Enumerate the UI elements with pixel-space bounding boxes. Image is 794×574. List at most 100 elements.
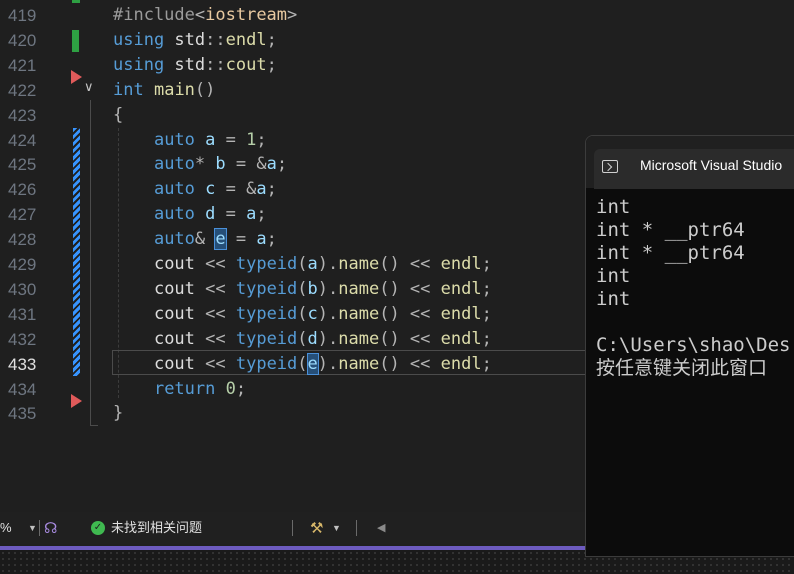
code-line[interactable]: 421 using std::cout; <box>0 53 794 78</box>
console-output[interactable]: int int * __ptr64 int * __ptr64 int int C:\U… <box>596 196 794 380</box>
cleanup-dropdown-icon[interactable]: ▼ <box>332 512 341 544</box>
status-divider <box>292 520 293 536</box>
code-token: auto <box>153 229 195 250</box>
code-text[interactable]: using std::cout; <box>113 53 277 78</box>
console-line: 按任意键关闭此窗口 <box>596 357 768 379</box>
code-text[interactable]: cout << typeid(d).name() << endl; <box>113 327 492 352</box>
zoom-dropdown-icon[interactable]: ▼ <box>28 512 37 544</box>
code-token: () << <box>379 303 441 324</box>
code-token: typeid <box>235 328 298 349</box>
code-token: ; <box>481 353 492 374</box>
status-divider <box>356 520 357 536</box>
code-token: :: <box>205 54 226 75</box>
terminal-icon <box>602 160 618 173</box>
code-text[interactable]: auto& e = a; <box>113 227 277 252</box>
code-text[interactable]: cout << typeid(e).name() << endl; <box>113 352 492 377</box>
zoom-level[interactable]: % <box>0 512 12 544</box>
code-token: () << <box>379 254 441 274</box>
cleanup-brush-icon[interactable]: ⚒ <box>310 512 323 544</box>
code-token: name <box>338 254 380 274</box>
code-token: using <box>113 29 165 50</box>
code-token: auto <box>153 129 195 150</box>
code-token: < <box>194 5 206 25</box>
code-token: std <box>164 29 206 50</box>
code-text[interactable]: auto d = a; <box>113 202 267 227</box>
code-token: ( <box>297 303 308 324</box>
console-title: Microsoft Visual Studio <box>640 157 783 173</box>
code-token: int <box>113 79 144 100</box>
code-text[interactable]: using std::endl; <box>113 28 277 53</box>
line-number: 428 <box>8 230 37 250</box>
code-line[interactable]: 419 #include<iostream> <box>0 3 794 28</box>
code-token: << <box>194 303 236 324</box>
code-token: endl <box>440 278 482 299</box>
code-token: a <box>256 179 267 200</box>
line-number: 427 <box>8 205 37 225</box>
code-token: main <box>153 79 195 100</box>
code-token: d <box>205 204 216 225</box>
code-token: () <box>194 79 216 100</box>
code-token: d <box>307 328 318 349</box>
code-token: name <box>338 303 380 324</box>
status-divider <box>39 520 40 536</box>
line-number: 420 <box>8 30 37 50</box>
line-number: 421 <box>8 55 37 75</box>
code-token: a <box>266 154 277 175</box>
console-window[interactable]: Microsoft Visual Studio int int * __ptr64… <box>585 135 794 557</box>
code-token: ; <box>266 29 277 50</box>
code-token: std <box>164 54 206 75</box>
code-token: () << <box>379 328 441 349</box>
code-token: endl <box>440 353 482 374</box>
code-token: = <box>215 204 247 225</box>
code-text[interactable]: cout << typeid(a).name() << endl; <box>113 252 492 277</box>
code-token: ). <box>317 303 339 324</box>
code-token: auto <box>153 154 195 175</box>
issues-status[interactable]: 未找到相关问题 <box>111 512 202 544</box>
code-token: () << <box>379 353 441 374</box>
code-token: ( <box>297 353 308 374</box>
console-titlebar[interactable]: Microsoft Visual Studio <box>586 136 794 189</box>
code-text[interactable]: { <box>113 103 123 128</box>
code-token: ). <box>317 254 339 274</box>
code-token: c <box>205 179 216 200</box>
code-token: 0 <box>225 378 236 399</box>
line-number: 429 <box>8 255 37 274</box>
code-token: name <box>338 278 380 299</box>
code-token: * <box>194 154 206 175</box>
code-text[interactable]: cout << typeid(b).name() << endl; <box>113 277 492 302</box>
code-token: = & <box>215 179 257 200</box>
intellicode-icon[interactable]: ☊ <box>44 512 57 544</box>
code-text[interactable]: auto a = 1; <box>113 128 267 153</box>
code-line[interactable]: 420 using std::endl; <box>0 28 794 53</box>
highlighted-symbol: e <box>214 228 227 251</box>
code-text[interactable]: return 0; <box>113 377 246 402</box>
code-token: ( <box>297 328 308 349</box>
line-number: 426 <box>8 180 37 200</box>
code-text[interactable]: cout << typeid(c).name() << endl; <box>113 302 492 327</box>
code-token: << <box>194 254 236 274</box>
code-text[interactable]: int main() <box>113 78 215 103</box>
scroll-left-icon[interactable]: ◀ <box>377 512 385 544</box>
code-token: endl <box>225 29 267 50</box>
code-token: name <box>338 353 380 374</box>
code-text[interactable]: } <box>113 401 123 426</box>
code-token: ; <box>276 154 288 175</box>
code-token: = & <box>225 154 267 175</box>
code-line[interactable]: 422 int main() <box>0 78 794 103</box>
code-token: endl <box>440 254 482 274</box>
code-text[interactable]: #include<iostream> <box>113 3 297 28</box>
code-token: cout <box>153 303 195 324</box>
code-text[interactable]: auto* b = &a; <box>113 152 287 177</box>
code-token: ; <box>256 129 267 150</box>
code-text[interactable]: auto c = &a; <box>113 177 277 202</box>
line-number: 431 <box>8 304 37 324</box>
code-token: a <box>307 254 318 274</box>
code-token: > <box>287 5 298 25</box>
code-line[interactable]: 423 { <box>0 103 794 128</box>
